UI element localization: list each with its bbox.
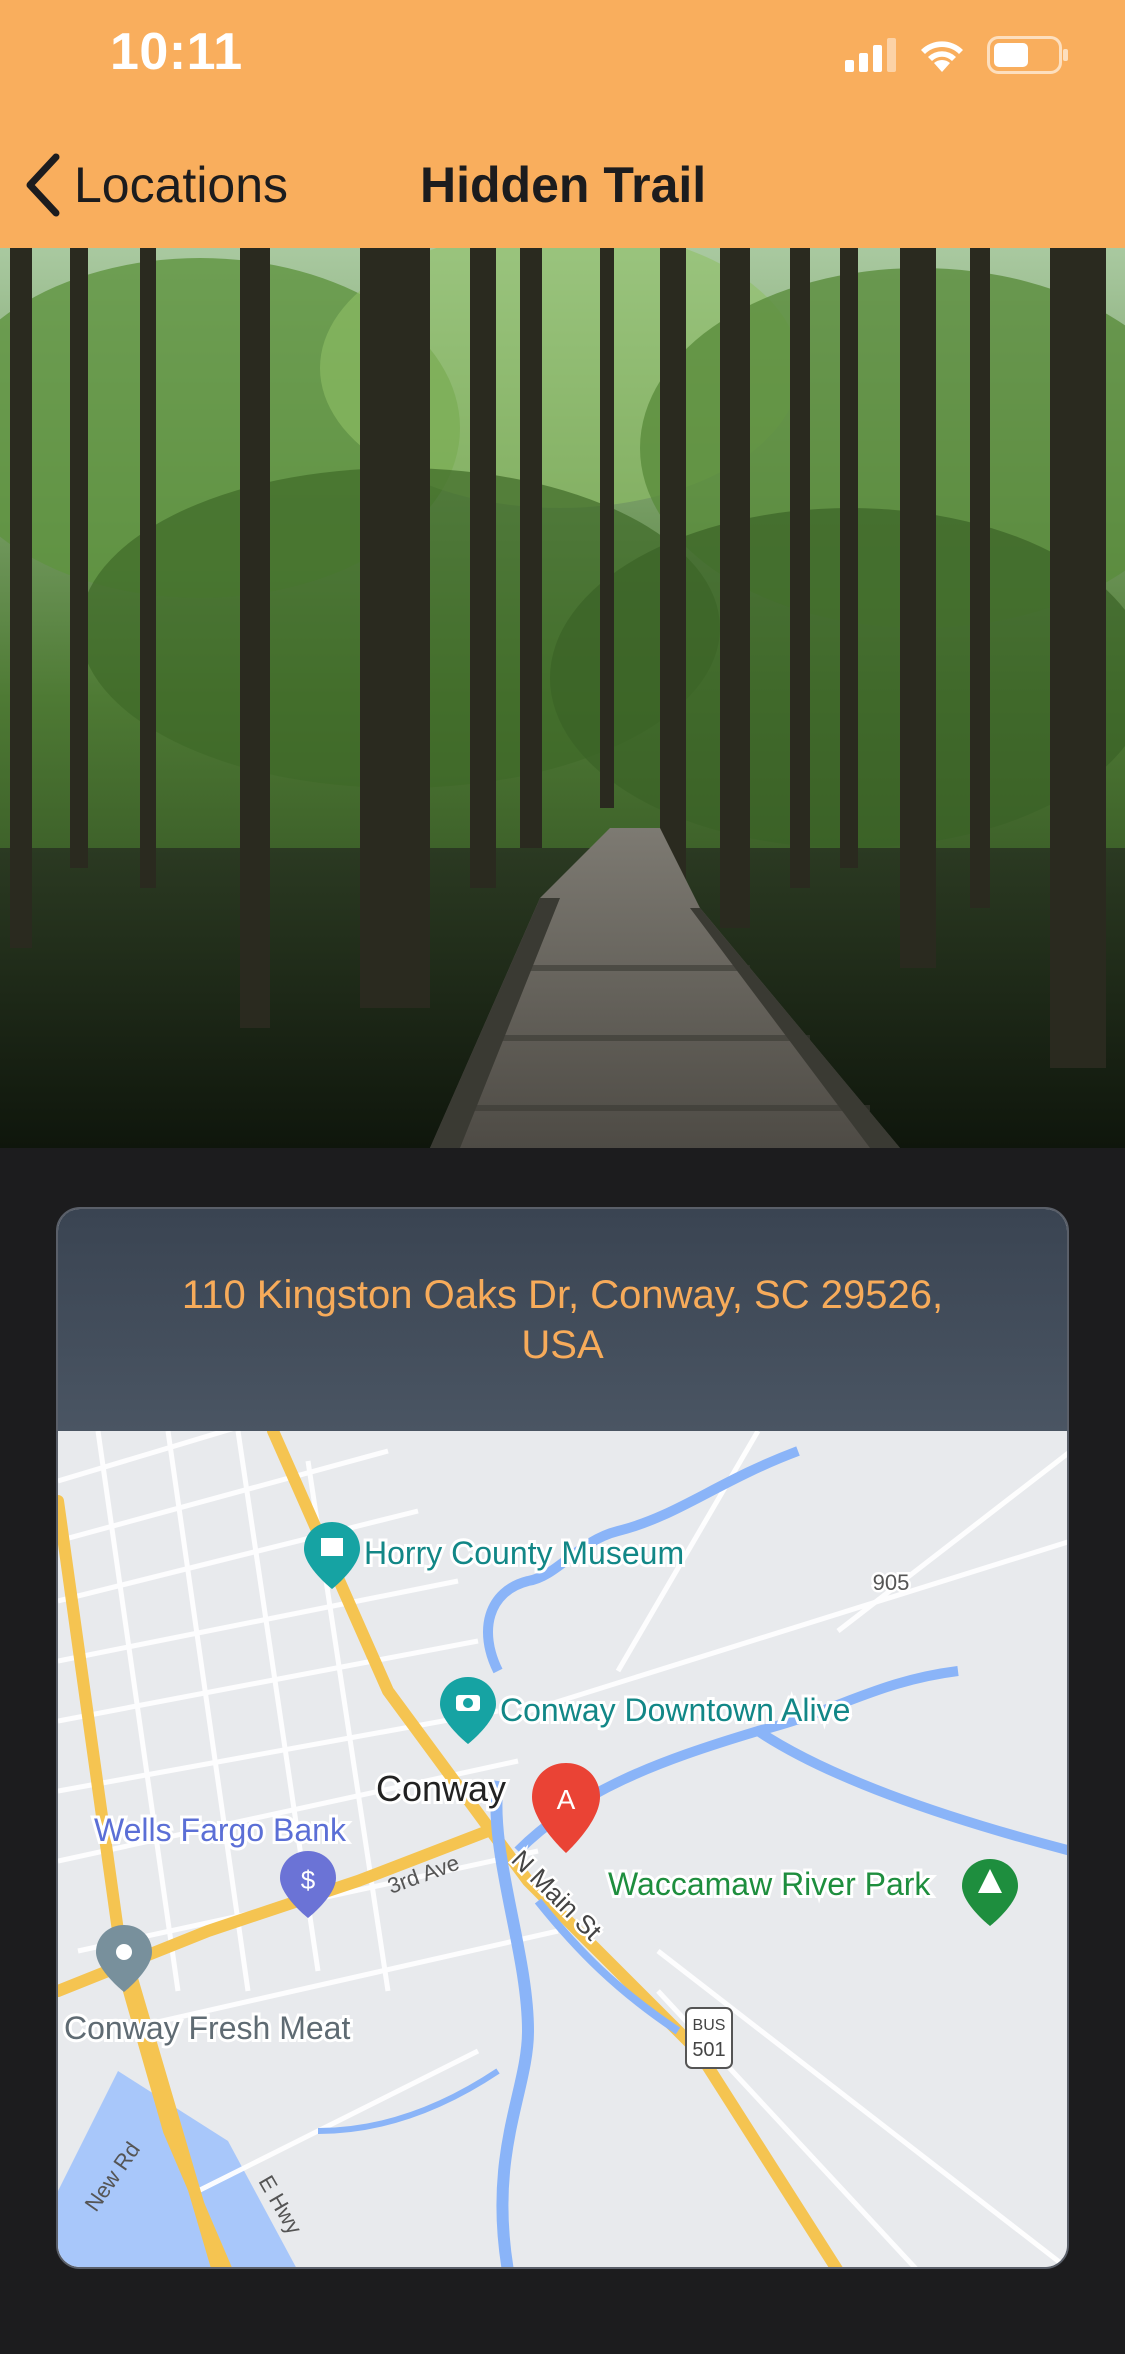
route-905-shield: 905 [873,1570,910,1595]
museum-label: Horry County Museum [364,1535,684,1571]
chevron-left-icon [26,153,60,217]
city-label: Conway [376,1768,506,1809]
address-text: 110 Kingston Oaks Dr, Conway, SC 29526, … [181,1273,944,1367]
route-501-label: 501 [692,2039,725,2061]
map-view[interactable]: Horry County Museum Conway Downtown Aliv… [58,1431,1067,2267]
wifi-icon [921,41,963,72]
page-title: Hidden Trail [420,157,707,213]
bus-shield-label: BUS [693,2017,726,2034]
location-card: 110 Kingston Oaks Dr, Conway, SC 29526, … [56,1207,1069,2269]
address-header: 110 Kingston Oaks Dr, Conway, SC 29526, … [58,1209,1067,1431]
status-icons [845,30,1069,80]
back-button-label: Locations [74,157,289,213]
bank-label: Wells Fargo Bank [94,1812,347,1848]
battery-icon [987,36,1068,74]
bank-icon: $ [301,1865,316,1895]
cellular-signal-icon [845,38,896,72]
trail-photo [0,248,1125,1148]
top-bar: 10:11 Locations Hidden Trail [0,0,1125,248]
status-time: 10:11 [110,23,243,81]
navigation-bar: Locations Hidden Trail [0,140,1125,230]
location-pin-label: A [557,1784,576,1815]
meat-shop-label: Conway Fresh Meat [64,2010,350,2046]
downtown-label: Conway Downtown Alive [500,1692,850,1728]
back-button[interactable]: Locations [22,140,288,230]
park-label: Waccamaw River Park [608,1866,931,1902]
